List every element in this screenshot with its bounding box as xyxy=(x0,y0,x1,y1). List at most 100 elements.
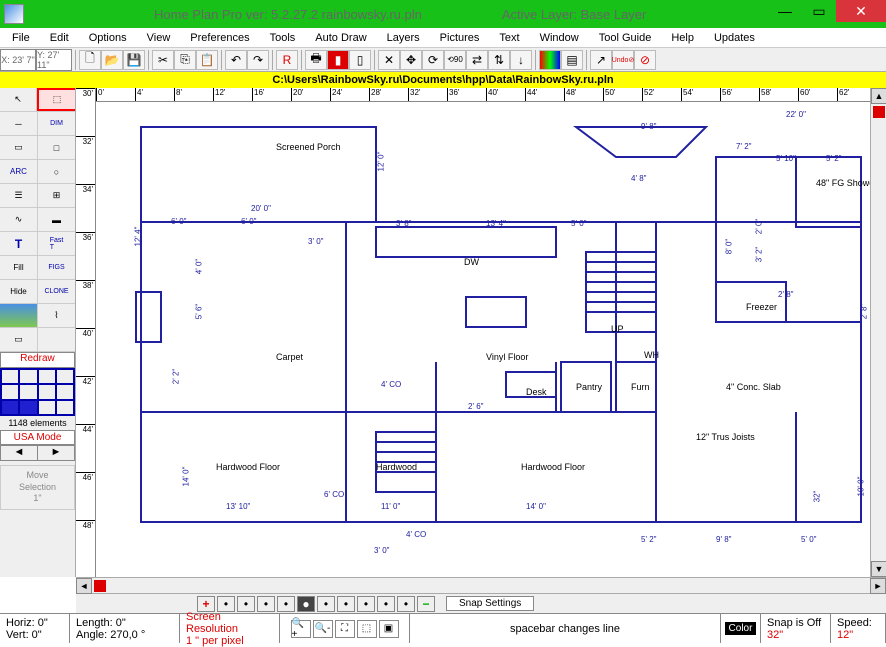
snap-8[interactable]: • xyxy=(357,596,375,612)
scroll-down[interactable]: ▼ xyxy=(871,561,886,577)
cabinet-tool[interactable]: ▬ xyxy=(38,208,75,231)
horizontal-scrollbar[interactable]: ◄ ► xyxy=(76,577,886,593)
mirror-button[interactable]: ⇄ xyxy=(466,50,488,70)
snap-2[interactable]: • xyxy=(237,596,255,612)
drawing-canvas[interactable]: Screened PorchCarpetVinyl FloorPantryDes… xyxy=(96,102,870,577)
menu-file[interactable]: File xyxy=(4,30,38,46)
hide-tool[interactable]: Hide xyxy=(0,280,38,303)
vertical-scrollbar[interactable]: ▲ ▼ xyxy=(870,88,886,577)
scroll-marker[interactable] xyxy=(873,106,885,118)
paste-button[interactable]: 📋 xyxy=(196,50,218,70)
arc-tool[interactable]: ARC xyxy=(0,160,38,183)
scroll-left[interactable]: ◄ xyxy=(76,578,92,594)
zoom-fit[interactable]: ⛶ xyxy=(335,620,355,638)
menu-autodraw[interactable]: Auto Draw xyxy=(307,30,374,46)
copy-button[interactable]: ⎘ xyxy=(174,50,196,70)
menu-layers[interactable]: Layers xyxy=(379,30,428,46)
room-label: 4" Conc. Slab xyxy=(726,382,781,392)
colors-button[interactable] xyxy=(539,50,561,70)
undo2-button[interactable]: Undo⊘ xyxy=(612,50,634,70)
snap-1[interactable]: • xyxy=(217,596,235,612)
scroll-up[interactable]: ▲ xyxy=(871,88,886,104)
stop-button[interactable]: ⊘ xyxy=(634,50,656,70)
status-snap: Snap is Off xyxy=(767,617,824,629)
menu-window[interactable]: Window xyxy=(532,30,587,46)
menu-tools[interactable]: Tools xyxy=(262,30,304,46)
rot90-button[interactable]: ⟲90 xyxy=(444,50,466,70)
redraw-button[interactable]: Redraw xyxy=(0,352,75,368)
text-tool[interactable]: T xyxy=(0,232,38,255)
window-tool[interactable]: ⊞ xyxy=(38,184,75,207)
dim-tool[interactable]: DIM xyxy=(38,112,75,135)
rect2-tool[interactable]: □ xyxy=(38,136,75,159)
cut-button[interactable]: ✂ xyxy=(152,50,174,70)
down-button[interactable]: ↓ xyxy=(510,50,532,70)
menu-updates[interactable]: Updates xyxy=(706,30,763,46)
snap-plus[interactable]: + xyxy=(197,596,215,612)
snap-minus[interactable]: − xyxy=(417,596,435,612)
menu-toolguide[interactable]: Tool Guide xyxy=(591,30,660,46)
menu-edit[interactable]: Edit xyxy=(42,30,77,46)
minimize-button[interactable]: — xyxy=(768,0,802,22)
snap-7[interactable]: • xyxy=(337,596,355,612)
close-button[interactable]: ✕ xyxy=(836,0,886,22)
new-button[interactable]: 🗋 xyxy=(79,50,101,70)
menu-pictures[interactable]: Pictures xyxy=(432,30,488,46)
spline-tool[interactable]: ⌇ xyxy=(38,304,75,327)
menu-options[interactable]: Options xyxy=(81,30,135,46)
zoom-sel[interactable]: ⬚ xyxy=(357,620,377,638)
door-button[interactable]: ▯ xyxy=(349,50,371,70)
redo-button[interactable]: ↷ xyxy=(247,50,269,70)
rotate-button[interactable]: ⟳ xyxy=(422,50,444,70)
line-tool[interactable]: ─ xyxy=(0,112,38,135)
save-button[interactable]: 💾 xyxy=(123,50,145,70)
room-label: 48" FG Shower xyxy=(816,178,870,188)
fasttext-tool[interactable]: Fast T xyxy=(38,232,75,255)
open-button[interactable]: 📂 xyxy=(101,50,123,70)
redo-icon-button[interactable]: R xyxy=(276,50,298,70)
move-button[interactable]: ✥ xyxy=(400,50,422,70)
snap-settings-button[interactable]: Snap Settings xyxy=(446,596,534,611)
rect-tool[interactable]: ▭ xyxy=(0,136,38,159)
color-button[interactable]: Color xyxy=(725,622,757,635)
zoom-out[interactable]: 🔍- xyxy=(313,620,333,638)
stairs-tool[interactable]: ☰ xyxy=(0,184,38,207)
snap-9[interactable]: • xyxy=(377,596,395,612)
curve-tool[interactable]: ∿ xyxy=(0,208,38,231)
circle-tool[interactable]: ○ xyxy=(38,160,75,183)
snap-10[interactable]: • xyxy=(397,596,415,612)
hscroll-marker[interactable] xyxy=(94,580,106,592)
menu-help[interactable]: Help xyxy=(663,30,702,46)
id-tool[interactable]: ▭ xyxy=(0,328,38,351)
blank-tool[interactable] xyxy=(38,328,75,351)
menu-preferences[interactable]: Preferences xyxy=(182,30,257,46)
flipv-button[interactable]: ⇅ xyxy=(488,50,510,70)
snap-3[interactable]: • xyxy=(257,596,275,612)
snap-6[interactable]: • xyxy=(317,596,335,612)
menu-text[interactable]: Text xyxy=(491,30,527,46)
fill-tool[interactable]: Fill xyxy=(0,256,38,279)
cross-button[interactable]: ✕ xyxy=(378,50,400,70)
grid-button[interactable]: ▤ xyxy=(561,50,583,70)
snap-4[interactable]: • xyxy=(277,596,295,612)
scroll-right[interactable]: ► xyxy=(870,578,886,594)
vertical-ruler: 30'32'34'36'38'40'42'44'46'48' xyxy=(76,88,96,577)
clone-tool[interactable]: CLONE xyxy=(38,280,75,303)
image-tool[interactable] xyxy=(0,304,38,327)
arrow-button[interactable]: ↗ xyxy=(590,50,612,70)
wall-pattern-grid[interactable] xyxy=(0,368,75,416)
figs-tool[interactable]: FIGS xyxy=(38,256,75,279)
snap-5[interactable]: ● xyxy=(297,596,315,612)
undo-button[interactable]: ↶ xyxy=(225,50,247,70)
nudge-right[interactable]: ► xyxy=(38,446,74,460)
zoom-all[interactable]: ▣ xyxy=(379,620,399,638)
zoom-in[interactable]: 🔍+ xyxy=(291,620,311,638)
usa-mode[interactable]: USA Mode xyxy=(0,430,75,445)
print-button[interactable]: 🖶 xyxy=(305,50,327,70)
pointer-tool[interactable]: ↖ xyxy=(0,88,37,111)
layers-button[interactable]: ▮ xyxy=(327,50,349,70)
select-tool[interactable]: ⬚ xyxy=(37,88,75,111)
menu-view[interactable]: View xyxy=(139,30,179,46)
maximize-button[interactable]: ▭ xyxy=(802,0,836,22)
nudge-left[interactable]: ◄ xyxy=(1,446,38,460)
